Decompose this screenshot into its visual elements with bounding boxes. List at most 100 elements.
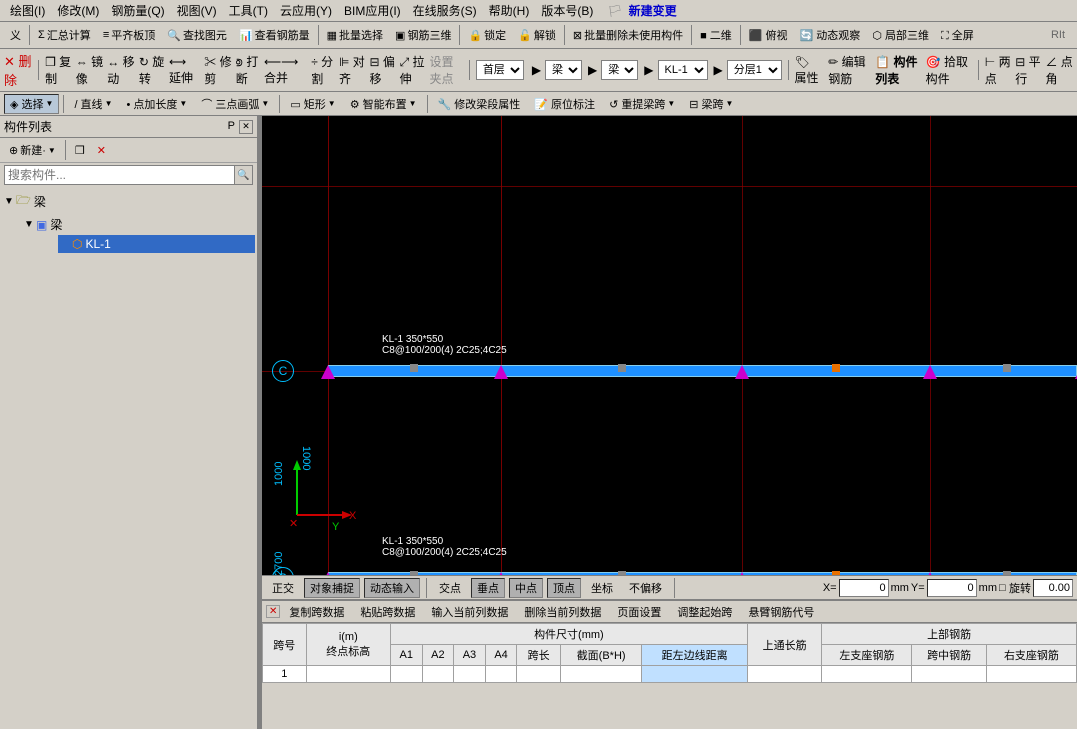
toolbar-lock[interactable]: 🔒 锁定 xyxy=(463,25,511,45)
menu-rebar[interactable]: 钢筋量(Q) xyxy=(105,0,170,21)
input-col-btn[interactable]: 输入当前列数据 xyxy=(424,602,515,622)
tool-in-place-mark[interactable]: 📝 原位标注 xyxy=(528,94,601,114)
td-a3[interactable] xyxy=(454,666,486,683)
tool-point-length[interactable]: • 点加长度 ▼ xyxy=(120,94,193,114)
tree-root-node[interactable]: ▼ 🗁 梁 xyxy=(2,189,255,214)
toolbar-unlock[interactable]: 🔓 解锁 xyxy=(513,25,561,45)
td-a4[interactable] xyxy=(485,666,517,683)
component-id-select[interactable]: KL-1 xyxy=(658,60,708,80)
td-mid[interactable] xyxy=(912,666,987,683)
td-left-seat[interactable] xyxy=(822,666,912,683)
layer-select[interactable]: 分层1 xyxy=(727,60,782,80)
menu-help[interactable]: 帮助(H) xyxy=(483,0,536,21)
toolbar-2d[interactable]: ■ 二维 xyxy=(695,25,737,45)
move-btn[interactable]: ↔ 移动 xyxy=(107,53,135,87)
copy-btn[interactable]: ❒ 复制 xyxy=(45,53,72,87)
offset-btn[interactable]: ⊟ 偏移 xyxy=(369,53,395,87)
snap-mid[interactable]: 中点 xyxy=(509,578,543,598)
angle-btn[interactable]: ∠ 点角 xyxy=(1045,53,1073,87)
cantilever-rebar-btn[interactable]: 悬臂钢筋代号 xyxy=(741,602,821,622)
table-wrapper[interactable]: 跨号 i(m)终点标高 构件尺寸(mm) 上通长筋 上部钢筋 A1 A2 A3 … xyxy=(262,623,1077,729)
toolbar-rebar-3d[interactable]: ▣ 钢筋三维 xyxy=(390,25,456,45)
td-span-len[interactable] xyxy=(517,666,561,683)
snap-perp[interactable]: 垂点 xyxy=(471,578,505,598)
tool-span[interactable]: ⊟ 梁跨 ▼ xyxy=(683,94,739,114)
rotate-btn[interactable]: ↻ 旋转 xyxy=(139,53,165,87)
snap-ortho[interactable]: 正交 xyxy=(266,578,300,598)
panel-new-btn[interactable]: ⊕ 新建· ▼ xyxy=(4,140,61,160)
snap-top[interactable]: 顶点 xyxy=(547,578,581,598)
snap-coord[interactable]: 坐标 xyxy=(585,578,619,598)
search-input[interactable] xyxy=(5,167,234,183)
toolbar-align-slab[interactable]: ≡ 平齐板顶 xyxy=(98,25,160,45)
component-name-select[interactable]: 梁 xyxy=(601,60,638,80)
tree-toggle-liang[interactable]: ▼ xyxy=(24,219,36,230)
toolbar-fullscreen[interactable]: ⛶ 全屏 xyxy=(936,25,979,45)
canvas-area[interactable]: C B 1 2 3 4 xyxy=(262,116,1077,575)
tree-node-kl1[interactable]: ⬡ KL-1 xyxy=(58,235,255,253)
floor-select[interactable]: 首层 xyxy=(476,60,524,80)
mirror-btn[interactable]: ⇔ 镜像 xyxy=(76,53,104,87)
extend-btn[interactable]: ⟷ 延伸 xyxy=(169,55,200,86)
pick-btn[interactable]: 🎯 拾取构件 xyxy=(926,53,972,87)
toolbar-view-rebar[interactable]: 📊 查看钢筋量 xyxy=(234,25,315,45)
merge-btn[interactable]: ⟵⟶ 合并 xyxy=(264,55,307,86)
td-a1[interactable] xyxy=(390,666,422,683)
tool-3point-arc[interactable]: ⌒ 三点画弧 ▼ xyxy=(195,94,275,114)
tool-smart-place[interactable]: ⚙ 智能布置 ▼ xyxy=(344,94,423,114)
toolbar-summary[interactable]: Σ Σ 汇总计算 汇总计算 xyxy=(33,25,96,45)
parallel-btn[interactable]: ⊟ 平行 xyxy=(1015,53,1041,87)
td-section[interactable] xyxy=(560,666,641,683)
coord-checkbox[interactable]: □ xyxy=(999,582,1007,594)
align-btn[interactable]: ⊫ 对齐 xyxy=(339,53,365,87)
panel-copy-btn[interactable]: ❒ xyxy=(70,142,90,159)
tree-toggle-root[interactable]: ▼ xyxy=(4,196,16,207)
menu-online[interactable]: 在线服务(S) xyxy=(407,0,483,21)
toolbar-find-element[interactable]: 🔍 查找图元 xyxy=(162,25,232,45)
td-right-seat[interactable] xyxy=(986,666,1076,683)
copy-span-btn[interactable]: 复制跨数据 xyxy=(282,602,351,622)
close-table-btn[interactable]: ✕ xyxy=(266,605,280,618)
snap-no-offset[interactable]: 不偏移 xyxy=(623,578,668,598)
menu-modify[interactable]: 修改(M) xyxy=(51,0,105,21)
toolbar-top-view[interactable]: ⬛ 俯视 xyxy=(744,25,793,45)
panel-close-btn[interactable]: ✕ xyxy=(239,120,253,134)
menu-cloud[interactable]: 云应用(Y) xyxy=(274,0,338,21)
rotate-input[interactable] xyxy=(1033,579,1073,597)
menu-bim[interactable]: BIM应用(I) xyxy=(338,0,407,21)
tool-select[interactable]: ◈ 选择 ▼ xyxy=(4,94,59,114)
adjust-start-btn[interactable]: 调整起始跨 xyxy=(670,602,739,622)
tool-line[interactable]: / 直线 ▼ xyxy=(68,94,118,114)
td-a2[interactable] xyxy=(422,666,454,683)
menu-view[interactable]: 视图(V) xyxy=(171,0,223,21)
stretch-btn[interactable]: ⤢ 拉伸 xyxy=(400,53,426,87)
snap-dynamic[interactable]: 动态输入 xyxy=(364,578,420,598)
edit-rebar-btn[interactable]: ✏ 编辑钢筋 xyxy=(828,53,871,87)
y-input[interactable] xyxy=(927,579,977,597)
split-btn[interactable]: ÷ 分割 xyxy=(311,53,335,87)
delete-col-btn[interactable]: 删除当前列数据 xyxy=(517,602,608,622)
menu-tools[interactable]: 工具(T) xyxy=(223,0,274,21)
table-row[interactable]: 1 xyxy=(263,666,1077,683)
delete-btn[interactable]: ✕ 删除 xyxy=(4,51,32,89)
break-btn[interactable]: ⟄ 打断 xyxy=(236,53,260,87)
toolbar-legend[interactable]: 义 xyxy=(5,25,26,45)
menu-draw[interactable]: 绘图(I) xyxy=(4,0,51,21)
x-input[interactable] xyxy=(839,579,889,597)
toolbar-local-3d[interactable]: ⬡ 局部三维 xyxy=(867,25,934,45)
toolbar-batch-select[interactable]: ▦ 批量选择 xyxy=(322,25,388,45)
td-height[interactable] xyxy=(306,666,390,683)
paste-span-btn[interactable]: 粘贴跨数据 xyxy=(353,602,422,622)
property-btn[interactable]: 🏷 属性 xyxy=(794,55,824,86)
td-dist[interactable] xyxy=(642,666,747,683)
td-through[interactable] xyxy=(747,666,822,683)
menu-version[interactable]: 版本号(B) xyxy=(535,0,599,21)
tool-modify-segment[interactable]: 🔧 修改梁段属性 xyxy=(432,94,527,114)
trim-btn[interactable]: ✂ 修剪 xyxy=(204,53,232,87)
page-setup-btn[interactable]: 页面设置 xyxy=(610,602,668,622)
menu-new-change[interactable]: 新建变更 xyxy=(623,0,683,21)
toolbar-dynamic-observe[interactable]: 🔄 动态观察 xyxy=(795,25,866,45)
snap-object[interactable]: 对象捕捉 xyxy=(304,578,360,598)
beam-C[interactable] xyxy=(328,365,1077,377)
beam-B[interactable] xyxy=(328,572,1077,575)
